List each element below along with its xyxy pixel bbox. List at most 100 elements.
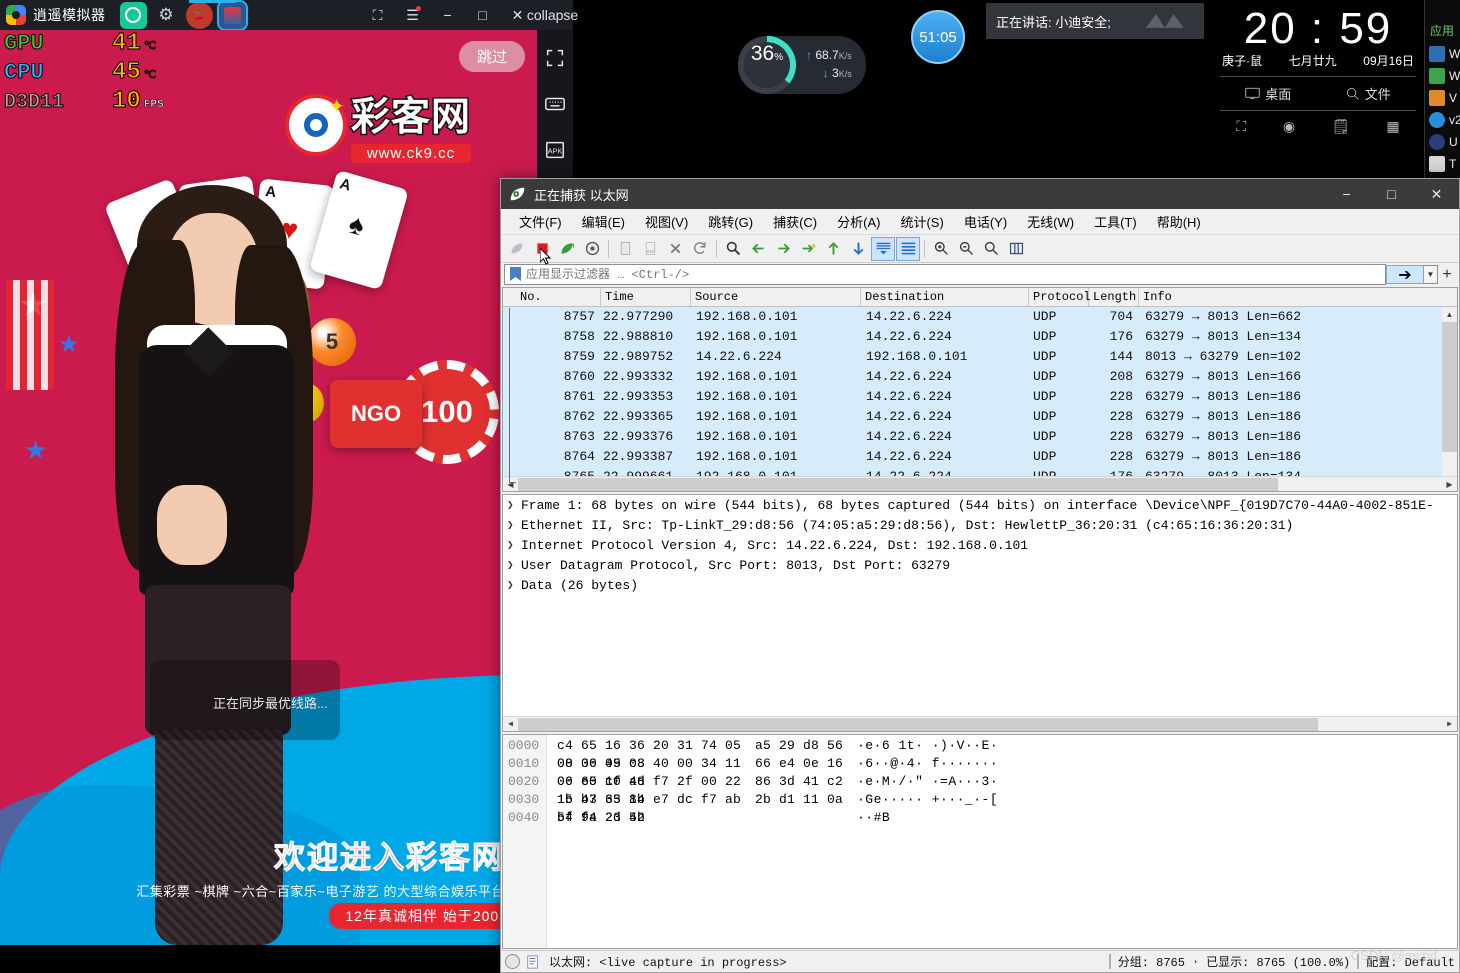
desktop-shortcut[interactable]: 桌面 [1245, 84, 1291, 103]
hscroll-thumb[interactable] [518, 477, 1278, 491]
scroll-right-icon[interactable]: ▶ [1442, 476, 1457, 491]
byte-line[interactable]: 1b 47 65 8b e7 dc f7 ab 2b d1 11 0a 5f f4… [547, 791, 1457, 825]
wireshark-menubar[interactable]: 文件(F) 编辑(E) 视图(V) 跳转(G) 捕获(C) 分析(A) 统计(S… [501, 209, 1459, 235]
table-row[interactable]: 8764 22.993387 192.168.0.101 14.22.6.224 UDP… [503, 447, 1457, 467]
start-capture-icon[interactable] [505, 237, 529, 261]
go-forward-icon[interactable] [771, 237, 795, 261]
menu-tools[interactable]: 工具(T) [1084, 209, 1147, 234]
close-icon[interactable]: ✕ [1414, 179, 1459, 209]
packet-details-pane[interactable]: ❯ Frame 1: 68 bytes on wire (544 bits), 6… [502, 494, 1458, 732]
reload-icon[interactable] [688, 237, 712, 261]
scroll-up-icon[interactable]: ▲ [1442, 307, 1457, 322]
expand-arrow-icon[interactable]: ❯ [507, 558, 521, 572]
apk-install-icon[interactable]: APK [543, 138, 567, 162]
byte-lines[interactable]: c4 65 16 36 20 31 74 05 a5 29 d8 56 08 00… [547, 735, 1457, 948]
byte-line[interactable]: 00 36 09 c8 40 00 34 11 66 e4 0e 16 06 e0… [547, 755, 1457, 789]
note-icon[interactable]: 🗒 [1332, 118, 1350, 135]
minimize-icon[interactable]: − [431, 0, 464, 30]
scroll-left-icon[interactable]: ◀ [503, 716, 518, 731]
scroll-thumb[interactable] [1442, 322, 1457, 452]
add-filter-button[interactable]: + [1438, 266, 1456, 284]
column-header-no[interactable]: No. [516, 288, 601, 306]
zoom-in-icon[interactable] [929, 237, 953, 261]
table-row[interactable]: 8761 22.993353 192.168.0.101 14.22.6.224 UDP… [503, 387, 1457, 407]
maximize-icon[interactable]: □ [466, 0, 499, 30]
app-icon-red[interactable]: 🍒 [185, 1, 213, 29]
calculator-icon[interactable]: ▦ [1386, 118, 1399, 135]
wireshark-toolbar[interactable]: 010 [501, 235, 1459, 263]
expand-arrow-icon[interactable]: ❯ [507, 578, 521, 592]
expand-arrow-icon[interactable]: ❯ [507, 518, 521, 532]
eye-icon[interactable]: ◉ [1283, 118, 1295, 135]
crop-icon[interactable]: ⛶ [1236, 118, 1246, 135]
display-filter-bar[interactable]: ➔ ▼ + [501, 263, 1459, 286]
go-to-packet-icon[interactable] [796, 237, 820, 261]
detail-row[interactable]: ❯ Internet Protocol Version 4, Src: 14.22… [503, 535, 1457, 555]
skip-button[interactable]: 跳过 [458, 41, 525, 72]
zoom-out-icon[interactable] [954, 237, 978, 261]
filter-dropdown-icon[interactable]: ▼ [1424, 265, 1438, 284]
file-search-shortcut[interactable]: 文件 [1346, 84, 1391, 103]
clock-widget[interactable]: 20 : 59 庚子·鼠 七月廿九 09月16日 桌面 文件 ⛶ ◉ 🗒 ▦ [1218, 4, 1418, 135]
list-item[interactable]: W [1425, 43, 1460, 65]
packet-list-pane[interactable]: No. Time Source Destination Protocol Len… [502, 287, 1458, 492]
menu-go[interactable]: 跳转(G) [698, 209, 763, 234]
menu-edit[interactable]: 编辑(E) [572, 209, 635, 234]
keyboard-icon[interactable] [543, 92, 567, 116]
menu-file[interactable]: 文件(F) [509, 209, 572, 234]
column-header-time[interactable]: Time [601, 288, 691, 306]
menu-analyze[interactable]: 分析(A) [827, 209, 890, 234]
list-item[interactable]: T [1425, 153, 1460, 175]
menu-capture[interactable]: 捕获(C) [763, 209, 827, 234]
timer-bubble[interactable]: 51:05 [911, 10, 965, 64]
table-row[interactable]: 8760 22.993332 192.168.0.101 14.22.6.224 UDP… [503, 367, 1457, 387]
close-file-icon[interactable] [663, 237, 687, 261]
byte-line[interactable]: 00 65 1f 4d f7 2f 00 22 86 3d 41 c2 15 b3… [547, 773, 1457, 807]
fullscreen-icon[interactable]: ⛶ [361, 0, 394, 30]
open-file-icon[interactable] [613, 237, 637, 261]
table-row[interactable]: 8762 22.993365 192.168.0.101 14.22.6.224 UDP… [503, 407, 1457, 427]
list-item[interactable]: U [1425, 131, 1460, 153]
bookmark-icon[interactable] [508, 265, 523, 284]
save-file-icon[interactable]: 010 [638, 237, 662, 261]
zoom-reset-icon[interactable] [979, 237, 1003, 261]
list-item[interactable]: W [1425, 65, 1460, 87]
column-header-info[interactable]: Info [1139, 288, 1457, 306]
list-item[interactable]: V [1425, 87, 1460, 109]
menu-wireless[interactable]: 无线(W) [1017, 209, 1084, 234]
app-icon-gear[interactable]: ⚙ [153, 2, 180, 29]
wireshark-window-controls[interactable]: − □ ✕ [1324, 179, 1459, 209]
resize-columns-icon[interactable] [1004, 237, 1028, 261]
byte-line[interactable]: c4 65 16 36 20 31 74 05 a5 29 d8 56 08 00… [547, 737, 1457, 771]
filter-input-wrapper[interactable] [504, 264, 1386, 285]
go-back-icon[interactable] [746, 237, 770, 261]
packet-list-vscrollbar[interactable]: ▲ ▼ [1442, 307, 1457, 491]
apply-filter-button[interactable]: ➔ [1386, 265, 1424, 284]
packet-list-rows[interactable]: 8757 22.977290 192.168.0.101 14.22.6.224 UDP… [503, 307, 1457, 476]
table-row[interactable]: 8758 22.988810 192.168.0.101 14.22.6.224 UDP… [503, 327, 1457, 347]
menu-statistics[interactable]: 统计(S) [890, 209, 953, 234]
scroll-right-icon[interactable]: ▶ [1442, 716, 1457, 731]
fullscreen-icon[interactable] [543, 46, 567, 70]
hscroll-track[interactable] [518, 476, 1442, 491]
table-row[interactable]: 8763 22.993376 192.168.0.101 14.22.6.224 UDP… [503, 427, 1457, 447]
minimize-icon[interactable]: − [1324, 179, 1369, 209]
menu-view[interactable]: 视图(V) [635, 209, 698, 234]
collapse-icon[interactable]: collapse [527, 0, 578, 30]
detail-row[interactable]: ❯ User Datagram Protocol, Src Port: 8013,… [503, 555, 1457, 575]
hscroll-thumb[interactable] [518, 717, 1318, 731]
capture-status-icon[interactable] [505, 954, 520, 969]
emulator-app-tabs[interactable]: ⚙ 🍒 [119, 0, 248, 31]
detail-hscrollbar[interactable]: ◀ ▶ [503, 716, 1457, 731]
byte-line[interactable]: b4 9a 23 42 ··#B [547, 809, 1457, 827]
emulator-screen[interactable]: A ♥ A ♠ 3 7 5 100 NGO ★ ★ ★ [0, 30, 537, 945]
menu-icon[interactable]: ☰ [396, 0, 429, 30]
find-packet-icon[interactable] [721, 237, 745, 261]
packet-list-hscrollbar[interactable]: ◀ ▶ [503, 476, 1457, 491]
list-item[interactable]: v2 [1425, 109, 1460, 131]
go-first-icon[interactable] [821, 237, 845, 261]
colorize-icon[interactable] [896, 236, 920, 261]
capture-options-icon[interactable] [580, 237, 604, 261]
column-header-length[interactable]: Length [1089, 288, 1139, 306]
network-speed-widget[interactable]: 36 % ↑ 68.7K/s ↓ 3K/s [738, 36, 866, 94]
